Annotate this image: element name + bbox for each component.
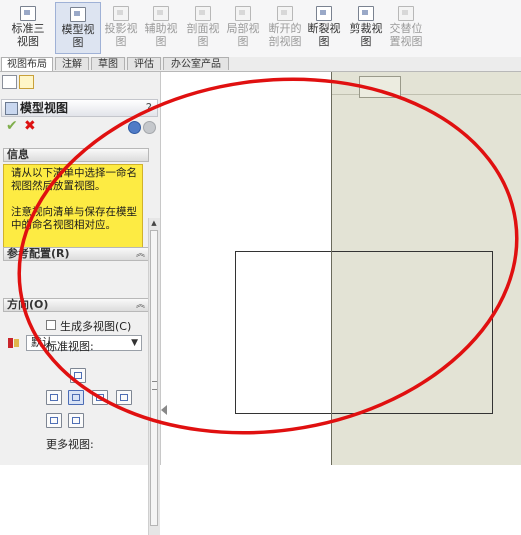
toolbar-label: 图	[155, 35, 167, 48]
info-paragraph: 注意视向清单与保存在模型中的命名视图相对应。	[11, 206, 137, 231]
property-manager-icon[interactable]	[19, 75, 34, 89]
break-view-button[interactable]: 断裂视 图	[304, 2, 344, 54]
model-view-icon	[70, 7, 86, 22]
grip-icon	[152, 381, 157, 390]
chevron-up-icon: ︽	[135, 300, 145, 310]
left-view-button[interactable]	[46, 390, 62, 405]
info-group-header[interactable]: 信息	[3, 148, 149, 162]
auxiliary-view-icon	[153, 6, 169, 21]
next-arrow-icon[interactable]	[128, 121, 141, 134]
toolbar-label: 投影视	[104, 22, 138, 35]
group-title: 方向(O)	[7, 298, 49, 311]
front-view-button[interactable]	[68, 390, 84, 405]
chevron-up-icon: ︽	[135, 249, 145, 259]
cancel-x-icon[interactable]: ✖	[24, 118, 36, 134]
view-outline-left	[235, 251, 236, 414]
toolbar-label: 剖面视	[186, 22, 220, 35]
tab-view-layout[interactable]: 视图布局	[1, 57, 53, 71]
orientation-group-header[interactable]: 方向(O) ︽	[3, 298, 149, 312]
toolbar-label: 视图	[17, 35, 39, 48]
page-title: 模型视图	[20, 101, 69, 115]
property-manager-header: 模型视图 ?	[1, 99, 158, 117]
sheet-title-block	[359, 76, 401, 98]
help-icon[interactable]: ?	[146, 100, 152, 116]
view-outline-top	[235, 251, 493, 252]
toolbar-label: 局部视	[226, 22, 260, 35]
section-view-button[interactable]: 剖面视 图	[183, 2, 223, 54]
standard-3-view-button[interactable]: 标准三 视图	[4, 2, 52, 54]
view-layout-toolbar: 标准三 视图 模型视 图 投影视 图 辅助视 图 剖面视 图 局部视 图 断开的…	[0, 0, 521, 58]
model-view-button[interactable]: 模型视 图	[55, 2, 101, 54]
toolbar-label: 图	[360, 35, 372, 48]
detail-view-icon	[235, 6, 251, 21]
tab-evaluate[interactable]: 评估	[127, 57, 161, 70]
scroll-thumb[interactable]	[150, 230, 158, 526]
back-arrow-icon[interactable]	[143, 121, 156, 134]
projected-view-button[interactable]: 投影视 图	[101, 2, 141, 54]
isometric-view-button[interactable]	[68, 413, 84, 428]
view-outline-right	[492, 251, 493, 414]
more-views-label: 更多视图:	[46, 438, 94, 451]
detail-view-button[interactable]: 局部视 图	[223, 2, 263, 54]
toolbar-label: 模型视	[61, 23, 95, 36]
scroll-up-icon[interactable]: ▲	[150, 219, 158, 227]
ok-check-icon[interactable]: ✔	[6, 118, 18, 134]
panel-scrollbar[interactable]: ▲	[148, 218, 160, 535]
group-title: 参考配置(R)	[7, 247, 70, 260]
sheet-edge-line	[331, 72, 332, 465]
feature-tree-icon[interactable]	[2, 75, 17, 89]
tab-office-products[interactable]: 办公室产品	[163, 57, 229, 70]
chevron-down-icon: ▼	[131, 338, 138, 348]
bottom-view-button[interactable]	[46, 413, 62, 428]
broken-out-section-button[interactable]: 断开的 剖视图	[265, 2, 305, 54]
alternate-position-view-icon	[398, 6, 414, 21]
drawing-canvas[interactable]	[161, 72, 521, 465]
property-manager-panel: 模型视图 ? ✔ ✖ 信息 请从以下清单中选择一命名视图然后放置视图。 注意视向…	[0, 72, 161, 535]
toolbar-label: 图	[115, 35, 127, 48]
standard-views-label: 标准视图:	[46, 340, 94, 353]
crop-view-icon	[358, 6, 374, 21]
group-title: 信息	[7, 148, 29, 161]
auxiliary-view-button[interactable]: 辅助视 图	[141, 2, 181, 54]
create-multiple-views-checkbox[interactable]	[46, 320, 56, 330]
panel-tab-strip	[2, 75, 62, 93]
alternate-position-view-button[interactable]: 交替位 置视图	[386, 2, 426, 54]
create-multiple-views-label: 生成多视图(C)	[60, 320, 132, 333]
toolbar-label: 剖视图	[268, 35, 302, 48]
top-view-button[interactable]	[70, 368, 86, 383]
ok-cancel-row: ✔ ✖	[4, 118, 159, 136]
toolbar-label: 交替位	[389, 22, 423, 35]
toolbar-label: 置视图	[389, 35, 423, 48]
tab-sketch[interactable]: 草图	[91, 57, 125, 70]
configuration-icon	[7, 337, 21, 349]
toolbar-label: 断裂视	[307, 22, 341, 35]
broken-out-section-icon	[277, 6, 293, 21]
view-outline-bottom	[235, 413, 493, 414]
info-message: 请从以下清单中选择一命名视图然后放置视图。 注意视向清单与保存在模型中的命名视图…	[3, 164, 143, 252]
toolbar-label: 断开的	[268, 22, 302, 35]
toolbar-label: 图	[237, 35, 249, 48]
projected-view-icon	[113, 6, 129, 21]
break-view-icon	[316, 6, 332, 21]
crop-view-button[interactable]: 剪裁视 图	[346, 2, 386, 54]
model-view-icon	[5, 102, 18, 115]
toolbar-label: 图	[197, 35, 209, 48]
toolbar-label: 标准三	[11, 22, 45, 35]
standard-3-view-icon	[20, 6, 36, 21]
toolbar-label: 辅助视	[144, 22, 178, 35]
toolbar-label: 图	[72, 36, 84, 49]
toolbar-label: 剪裁视	[349, 22, 383, 35]
reference-config-group-header[interactable]: 参考配置(R) ︽	[3, 247, 149, 261]
command-manager-tabs: 视图布局 注解 草图 评估 办公室产品	[0, 57, 521, 72]
back-view-button[interactable]	[116, 390, 132, 405]
toolbar-label: 图	[318, 35, 330, 48]
right-view-button[interactable]	[92, 390, 108, 405]
section-view-icon	[195, 6, 211, 21]
info-paragraph: 请从以下清单中选择一命名视图然后放置视图。	[11, 167, 137, 192]
tab-annotation[interactable]: 注解	[55, 57, 89, 70]
